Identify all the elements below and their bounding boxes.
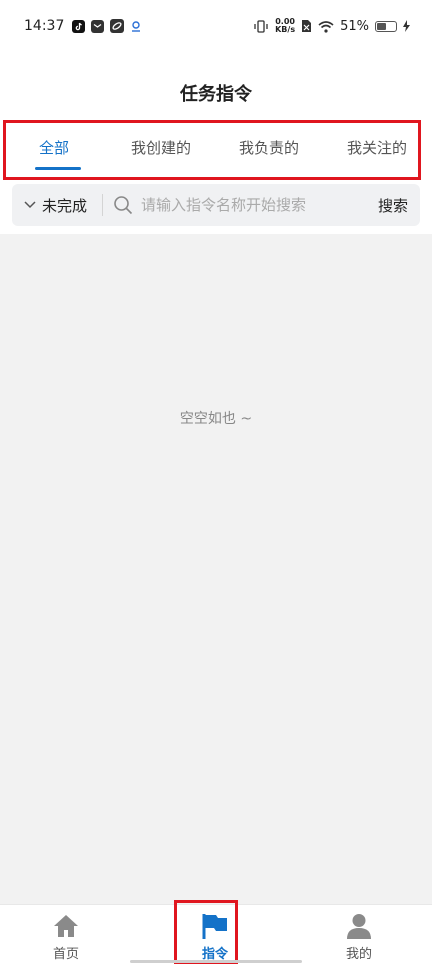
chevron-down-icon [24, 201, 36, 209]
vibrate-icon [253, 19, 269, 33]
status-bar-left: 14:37 [24, 18, 142, 34]
status-time: 14:37 [24, 18, 65, 34]
person-icon [345, 913, 373, 939]
nav-home[interactable]: 首页 [52, 913, 80, 962]
battery-fill [377, 22, 386, 30]
notification-app-icon [130, 20, 142, 33]
active-tab-indicator [35, 167, 81, 170]
battery-icon [375, 20, 397, 32]
nav-home-label: 首页 [52, 947, 79, 962]
home-indicator[interactable] [130, 960, 302, 963]
tab-all[interactable]: 全部 [39, 137, 69, 158]
status-filter-label: 未完成 [42, 196, 88, 215]
no-sim-icon [301, 19, 312, 33]
wifi-icon [318, 20, 334, 33]
task-list-area: 空空如也 ~ [0, 234, 432, 904]
search-input[interactable] [141, 196, 347, 214]
flag-icon [201, 913, 229, 939]
status-bar-right: 0.00 KB/s 51% [253, 18, 410, 34]
network-speed: 0.00 KB/s [275, 18, 295, 34]
search-icon [113, 195, 133, 215]
sync-app-icon [110, 19, 125, 33]
tab-assigned-to-me[interactable]: 我负责的 [239, 137, 299, 158]
network-speed-unit: KB/s [275, 25, 296, 34]
search-button[interactable]: 搜索 [378, 195, 408, 216]
nav-mine-label: 我的 [345, 947, 372, 962]
battery-percent: 51% [340, 18, 369, 34]
page-title: 任务指令 [180, 84, 252, 105]
mail-app-icon [91, 19, 105, 33]
home-icon [52, 913, 80, 939]
filter-bar: 未完成 搜索 [12, 184, 420, 226]
bottom-nav: 首页 指令 我的 [0, 900, 432, 964]
charging-icon [403, 20, 410, 32]
nav-mine[interactable]: 我的 [345, 913, 373, 962]
tiktok-icon [72, 19, 86, 33]
search-box [103, 184, 378, 226]
empty-state-text: 空空如也 ~ [179, 411, 253, 427]
nav-instructions[interactable]: 指令 [201, 913, 229, 962]
tab-followed-by-me[interactable]: 我关注的 [347, 137, 407, 158]
tab-bar: 全部 我创建的 我负责的 我关注的 [3, 120, 421, 180]
tab-created-by-me[interactable]: 我创建的 [131, 137, 191, 158]
status-filter-dropdown[interactable]: 未完成 [12, 184, 102, 226]
status-bar: 14:37 0.00 KB/s 51% [0, 0, 432, 52]
